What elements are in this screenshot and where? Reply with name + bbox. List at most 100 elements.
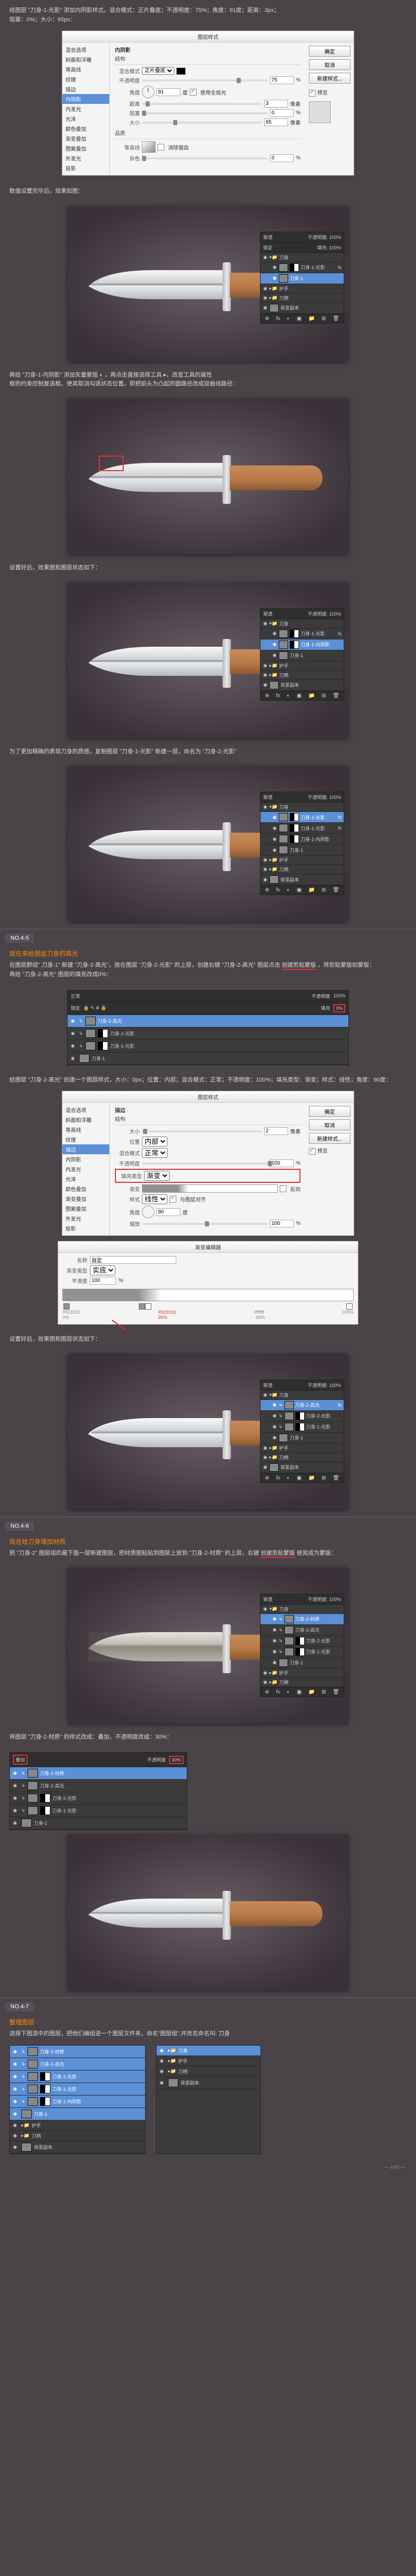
style-item-selected[interactable]: 描边 <box>62 1144 109 1154</box>
layers-footer[interactable]: ⊕fx◐▣📁⊞🗑 <box>261 314 344 323</box>
layers-after[interactable]: ◉▸📁刀身 ◉▸📁护手 ◉▸📁刀柄 ◉背景副本 <box>156 2045 261 2154</box>
result-figure-3: 穿透不透明度: 100% ◉▾📁刀身 ◉刀身-1-光影fx ◉刀身-1-内阴影 … <box>68 582 348 738</box>
antialias-checkbox[interactable] <box>158 144 164 151</box>
layers-panel[interactable]: 穿透不透明度: 100% ◉▾📁刀身 ◉↳刀身-2-高光fx ◉↳刀身-2-光影… <box>260 1380 344 1483</box>
size-slider[interactable] <box>142 122 262 124</box>
stop-0[interactable] <box>63 1303 70 1310</box>
stop-hex: #919191 <box>62 1310 81 1315</box>
stop-1[interactable] <box>139 1303 145 1310</box>
gradient-preview[interactable] <box>142 1184 278 1193</box>
opacity-value[interactable]: 30% <box>169 1756 184 1764</box>
ok-button[interactable]: 确定 <box>309 46 350 57</box>
style-item[interactable]: 光泽 <box>62 114 109 124</box>
layer-name[interactable]: 背景副本 <box>280 304 299 311</box>
style-item[interactable]: 纹理 <box>62 74 109 84</box>
ok-button[interactable]: 确定 <box>309 1106 350 1117</box>
cancel-button[interactable]: 取消 <box>309 1119 350 1130</box>
filltype-select[interactable]: 渐变 <box>144 1171 170 1181</box>
visibility-icon[interactable]: ◉ <box>263 295 268 301</box>
size-input[interactable] <box>264 1127 288 1135</box>
layer-name[interactable]: 护手 <box>279 285 289 292</box>
stop-2[interactable] <box>145 1303 151 1310</box>
layers-panel[interactable]: 穿透不透明度: 100% ◉▾📁刀身 ◉刀身-1-光影fx ◉刀身-1-内阴影 … <box>260 608 344 701</box>
gradstyle-select[interactable]: 线性 <box>142 1194 167 1204</box>
style-item[interactable]: 投影 <box>62 163 109 173</box>
layers-panel[interactable]: 穿透不透明度: 100% ◉▾📁刀身 ◉刀身-2-光影fx ◉刀身-1-光影fx… <box>260 792 344 895</box>
scale-input[interactable] <box>270 1220 294 1227</box>
angle-input[interactable] <box>157 88 180 96</box>
new-style-button[interactable]: 新建样式... <box>309 73 350 84</box>
style-item[interactable]: 图案叠加 <box>62 143 109 153</box>
choke-slider[interactable] <box>142 112 268 114</box>
style-item[interactable]: 混合选项 <box>62 45 109 55</box>
style-item-selected[interactable]: 内阴影 <box>62 94 109 104</box>
angle-dial[interactable] <box>142 86 154 98</box>
style-list[interactable]: 混合选项 斜面和浮雕 等高线 纹理 描边 内阴影 内发光 光泽 颜色叠加 渐变叠… <box>62 1103 110 1235</box>
blend-mode-select[interactable]: 正片叠底 <box>142 67 174 75</box>
visibility-icon[interactable]: ◉ <box>263 255 268 260</box>
stop-3[interactable] <box>346 1303 353 1310</box>
layers-panel[interactable]: 穿透不透明度: 100% ◉▾📁刀身 ◉↳刀身-2-材质 ◉↳刀身-2-高光 ◉… <box>260 1594 344 1697</box>
visibility-icon[interactable]: ◉ <box>263 286 268 291</box>
smooth-input[interactable] <box>90 1277 116 1285</box>
layer-name[interactable]: 刀身 <box>279 254 289 261</box>
style-list[interactable]: 混合选项 斜面和浮雕 等高线 纹理 描边 内阴影 内发光 光泽 颜色叠加 渐变叠… <box>62 43 110 175</box>
preview-checkbox[interactable] <box>309 90 316 97</box>
layers-before[interactable]: ◉↳刀身-2-材质 ◉↳刀身-2-高光 ◉↳刀身-2-光影 ◉↳刀身-1-光影 … <box>9 2045 146 2154</box>
caption: 设置好后，效果图和图层状态如下： <box>0 1329 416 1351</box>
blend-mode[interactable]: 穿透 <box>263 234 272 241</box>
t: 再给 "刀身-2-高光" 图层的填充改成0%： <box>9 970 407 980</box>
opacity-slider[interactable] <box>142 79 268 82</box>
panel-heading: 内阴影 <box>115 46 301 54</box>
global-light-checkbox[interactable] <box>190 89 197 96</box>
fill-value[interactable]: 0% <box>333 1004 345 1012</box>
angle-input[interactable] <box>157 1208 180 1216</box>
style-item[interactable]: 渐变叠加 <box>62 134 109 143</box>
gradtype-select[interactable]: 实底 <box>90 1265 115 1275</box>
style-item[interactable]: 斜面和浮雕 <box>62 55 109 64</box>
layer-name[interactable]: 刀身-1-光影 <box>301 264 325 271</box>
intro-line2: 阻塞：0%；大小：65px： <box>9 16 407 25</box>
unit: 像素 <box>290 118 301 126</box>
stop-hex: #919191 <box>158 1310 176 1315</box>
style-item[interactable]: 外发光 <box>62 153 109 163</box>
noise-slider[interactable] <box>142 157 268 159</box>
blend-select[interactable]: 正常 <box>142 1148 167 1158</box>
style-item[interactable]: 描边 <box>62 84 109 94</box>
gradient-bar[interactable] <box>62 1289 354 1301</box>
opacity-input[interactable] <box>270 76 294 84</box>
blend-label: 混合模式 <box>115 67 140 75</box>
visibility-icon[interactable]: ◉ <box>263 305 268 311</box>
visibility-icon[interactable]: ◉ <box>272 264 277 270</box>
distance-slider[interactable] <box>142 103 262 105</box>
color-swatch[interactable] <box>176 68 186 75</box>
layer-style-dialog-2: 图层样式 混合选项 斜面和浮雕 等高线 纹理 描边 内阴影 内发光 光泽 颜色叠… <box>62 1091 354 1236</box>
style-item[interactable]: 颜色叠加 <box>62 124 109 134</box>
new-style-button[interactable]: 新建样式... <box>309 1133 350 1144</box>
layers-strip-2[interactable]: 叠加 不透明度 30% ◉↳刀身-2-材质 ◉↳刀身-2-高光 ◉↳刀身-2-光… <box>9 1752 187 1830</box>
size-input[interactable] <box>264 118 288 126</box>
layers-strip-1[interactable]: 正常 不透明度 100% 锁定🔒 ✎ ⊕ 🔓 填充 0% ◉↳刀身-2-高光 ◉… <box>67 990 349 1065</box>
distance-input[interactable] <box>264 100 288 108</box>
choke-input[interactable] <box>270 109 294 117</box>
caption: 设置好后，效果图和图层状态如下： <box>0 557 416 579</box>
blend-mode[interactable]: 正常 <box>71 993 80 999</box>
position-select[interactable]: 内部 <box>142 1137 167 1146</box>
noise-input[interactable] <box>270 154 294 162</box>
gradient-stops[interactable] <box>62 1303 354 1310</box>
blend-mode[interactable]: 叠加 <box>13 1755 28 1765</box>
cancel-button[interactable]: 取消 <box>309 59 350 70</box>
opacity-input[interactable] <box>270 1159 294 1167</box>
layers-panel[interactable]: 穿透不透明度: 100% 锁定填充: 100% ◉▾📁刀身 ◉刀身-1-光影fx… <box>260 232 344 324</box>
angle-dial[interactable] <box>142 1206 154 1218</box>
layer-name[interactable]: 刀柄 <box>279 295 289 301</box>
unit: % <box>296 155 301 161</box>
fx-icon[interactable]: fx <box>338 265 342 270</box>
layer-name[interactable]: 刀身-1 <box>290 275 303 282</box>
visibility-icon[interactable]: ◉ <box>272 275 277 281</box>
grad-name-input[interactable] <box>90 1256 176 1264</box>
knife-blade <box>88 270 229 300</box>
style-item[interactable]: 等高线 <box>62 64 109 74</box>
style-item[interactable]: 内发光 <box>62 104 109 114</box>
contour-picker[interactable] <box>142 141 155 153</box>
